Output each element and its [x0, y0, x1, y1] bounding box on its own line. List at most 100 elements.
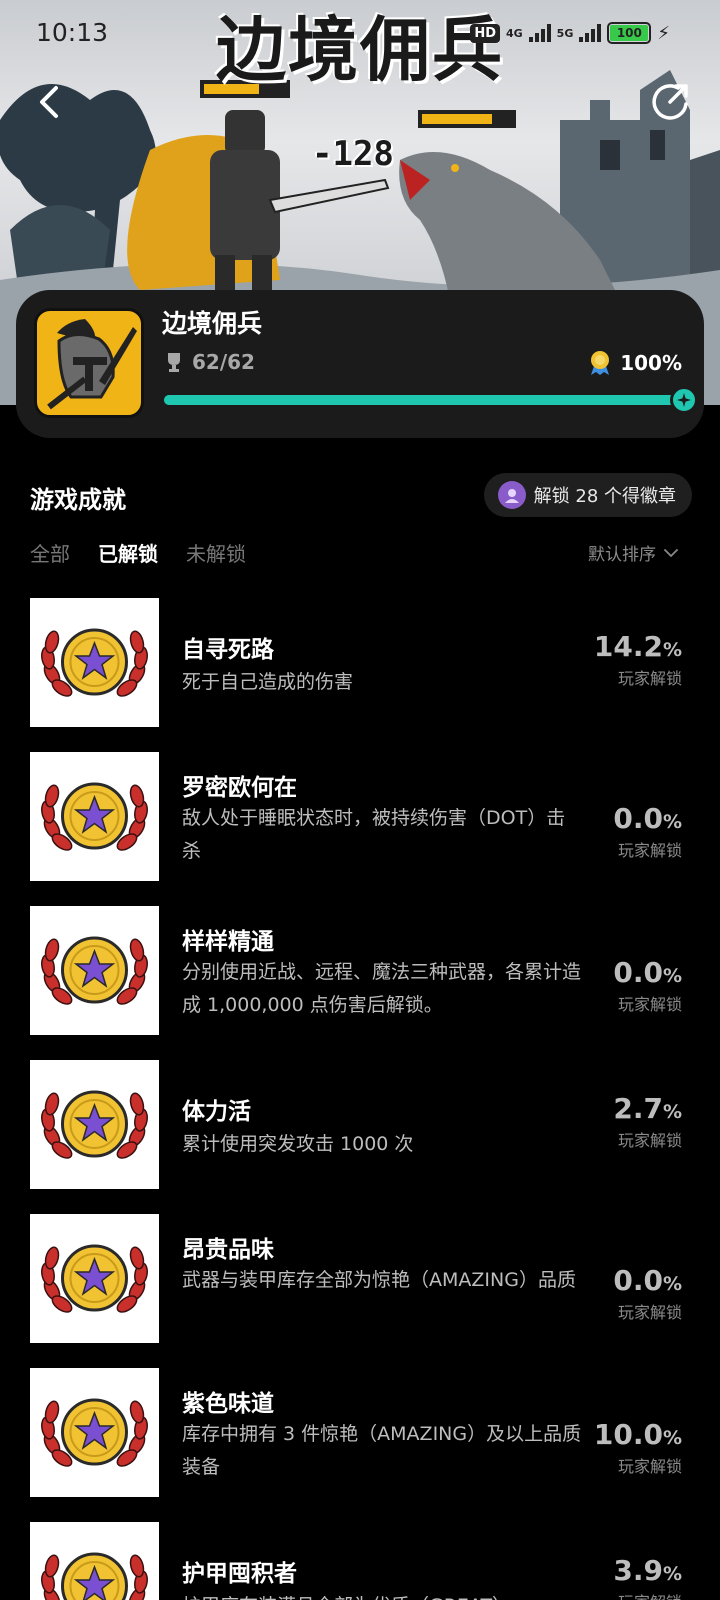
tab-locked[interactable]: 未解锁	[186, 538, 246, 567]
hd-icon: HD	[470, 23, 500, 43]
unlock-rate-percent-sign: %	[662, 965, 682, 987]
unlock-rate-percent-sign: %	[662, 1427, 682, 1449]
trophy-count: 62/62	[164, 350, 255, 374]
unlock-rate-percent-sign: %	[662, 1273, 682, 1295]
unlock-rate-label: 玩家解锁	[617, 841, 682, 860]
unlock-rate: 0.0% 玩家解锁	[613, 802, 682, 861]
progress-fill	[164, 395, 684, 405]
achievement-badge-icon	[41, 782, 148, 851]
filter-tabs: 全部 已解锁 未解锁	[30, 538, 246, 567]
unlock-rate-percent-sign: %	[662, 1101, 682, 1123]
unlock-badge-text: 解锁 28 个得徽章	[533, 486, 676, 507]
unlock-rate-value: 2.7	[613, 1092, 663, 1125]
back-arrow-icon	[40, 86, 58, 118]
achievement-description: 死于自己造成的伤害	[182, 671, 354, 693]
achievement-list: 自寻死路 死于自己造成的伤害 14.2% 玩家解锁 罗密欧何在 敌人处于睡眠状态时，被持…	[0, 598, 720, 1600]
battery-level: 100	[610, 25, 649, 41]
unlock-badge-pill[interactable]: 解锁 28 个得徽章	[483, 473, 692, 517]
share-icon	[652, 84, 688, 120]
network-5g-label: 5G	[556, 26, 574, 40]
achievement-badge-icon	[41, 1244, 148, 1313]
achievement-description: 分别使用近战、远程、魔法三种武器，各累计造成 1,000,000 点伤害后解锁。	[182, 961, 582, 1016]
game-info-card: 边境佣兵 62/62 100%	[16, 290, 704, 438]
network-4g-label: 4G	[505, 26, 523, 40]
achievement-item[interactable]: 体力活累计使用突发攻击 1000 次 2.7% 玩家解锁	[0, 1060, 720, 1214]
achievement-title: 罗密欧何在	[182, 775, 297, 801]
achievement-badge-icon	[41, 1090, 148, 1159]
completion-progress-bar	[164, 386, 698, 414]
achievement-badge-icon	[41, 628, 148, 697]
unlock-rate: 2.7% 玩家解锁	[613, 1092, 682, 1151]
unlock-rate-percent-sign: %	[662, 811, 682, 833]
badge-avatar-icon	[497, 481, 526, 509]
back-button[interactable]	[28, 80, 72, 124]
signal-icon	[528, 24, 551, 42]
unlock-rate-label: 玩家解锁	[617, 995, 682, 1014]
trophy-icon	[168, 353, 180, 372]
achievement-item[interactable]: 紫色味道 库存中拥有 3 件惊艳（AMAZING）及以上品质装备 10.0% 玩家解锁	[0, 1368, 720, 1522]
chevron-down-icon	[664, 548, 678, 557]
signal-icon-2	[579, 24, 602, 42]
unlock-rate-percent-sign: %	[662, 639, 682, 661]
achievement-description: 护甲库存装满且全部为优质（GREAT）	[182, 1590, 582, 1600]
battery-icon: 100	[607, 22, 652, 44]
trophy-count-value: 62/62	[192, 350, 255, 374]
achievement-item[interactable]: 护甲囤积者护甲库存装满且全部为优质（GREAT） 3.9% 玩家解锁	[0, 1522, 720, 1600]
unlock-rate: 0.0% 玩家解锁	[613, 956, 682, 1015]
share-button[interactable]	[648, 80, 692, 124]
achievement-title: 体力活	[182, 1099, 251, 1125]
sort-label: 默认排序	[588, 545, 656, 565]
achievement-description: 敌人处于睡眠状态时，被持续伤害（DOT）击杀	[182, 807, 566, 862]
achievement-item[interactable]: 昂贵品味武器与装甲库存全部为惊艳（AMAZING）品质 0.0% 玩家解锁	[0, 1214, 720, 1368]
achievement-badge	[30, 1060, 159, 1189]
unlock-rate-value: 10.0	[593, 1418, 663, 1451]
achievement-title: 护甲囤积者	[182, 1561, 297, 1587]
unlock-rate-label: 玩家解锁	[617, 1131, 682, 1150]
unlock-rate-value: 0.0	[613, 956, 663, 989]
achievement-item[interactable]: 样样精通分别使用近战、远程、魔法三种武器，各累计造成 1,000,000 点伤害…	[0, 906, 720, 1060]
achievement-badge	[30, 1368, 159, 1497]
unlock-rate-value: 0.0	[613, 802, 663, 835]
unlock-rate: 3.9% 玩家解锁	[613, 1554, 682, 1600]
game-logo	[34, 308, 144, 418]
achievement-badge-icon	[41, 1552, 148, 1600]
achievement-badge	[30, 906, 159, 1035]
status-icons: HD 4G 5G 100 ⚡	[470, 22, 670, 44]
achievement-item[interactable]: 自寻死路死于自己造成的伤害 14.2% 玩家解锁	[0, 598, 720, 752]
unlock-rate-value: 14.2	[593, 630, 663, 663]
unlock-rate-label: 玩家解锁	[617, 1457, 682, 1476]
progress-knob-icon	[670, 386, 698, 414]
achievement-badge	[30, 1214, 159, 1343]
achievement-title: 样样精通	[182, 929, 274, 955]
unlock-rate: 14.2% 玩家解锁	[594, 630, 682, 689]
achievement-item[interactable]: 罗密欧何在敌人处于睡眠状态时，被持续伤害（DOT）击杀 0.0% 玩家解锁	[0, 752, 720, 906]
completion-rate: 100%	[588, 350, 682, 376]
achievement-title: 昂贵品味	[182, 1237, 274, 1263]
unlock-rate-percent-sign: %	[662, 1563, 682, 1585]
status-time: 10:13	[36, 18, 109, 47]
achievement-description: 累计使用突发攻击 1000 次	[182, 1133, 414, 1155]
unlock-rate-value: 3.9	[613, 1554, 663, 1587]
section-title: 游戏成就	[30, 486, 126, 514]
medal-icon	[591, 351, 610, 375]
sort-dropdown[interactable]: 默认排序	[588, 540, 678, 565]
unlock-rate-label: 玩家解锁	[613, 1589, 682, 1600]
achievement-badge-icon	[41, 1398, 148, 1467]
unlock-rate-value: 0.0	[613, 1264, 663, 1297]
tab-all[interactable]: 全部	[30, 538, 70, 567]
achievement-badge	[30, 1522, 159, 1600]
unlock-rate: 10.0% 玩家解锁	[594, 1418, 682, 1477]
achievement-title: 自寻死路	[182, 637, 274, 663]
tab-unlocked[interactable]: 已解锁	[98, 538, 158, 567]
achievement-title: 紫色味道	[182, 1391, 274, 1417]
damage-number: -128	[312, 134, 394, 174]
achievement-badge	[30, 598, 159, 727]
achievement-badge	[30, 752, 159, 881]
unlock-rate-label: 玩家解锁	[617, 1303, 682, 1322]
unlock-rate: 0.0% 玩家解锁	[613, 1264, 682, 1323]
charging-icon: ⚡	[657, 22, 670, 44]
achievement-description: 武器与装甲库存全部为惊艳（AMAZING）品质	[182, 1269, 576, 1291]
achievement-badge-icon	[41, 936, 148, 1005]
completion-value: 100%	[620, 351, 682, 375]
status-bar: 10:13 HD 4G 5G 100 ⚡	[0, 0, 720, 70]
